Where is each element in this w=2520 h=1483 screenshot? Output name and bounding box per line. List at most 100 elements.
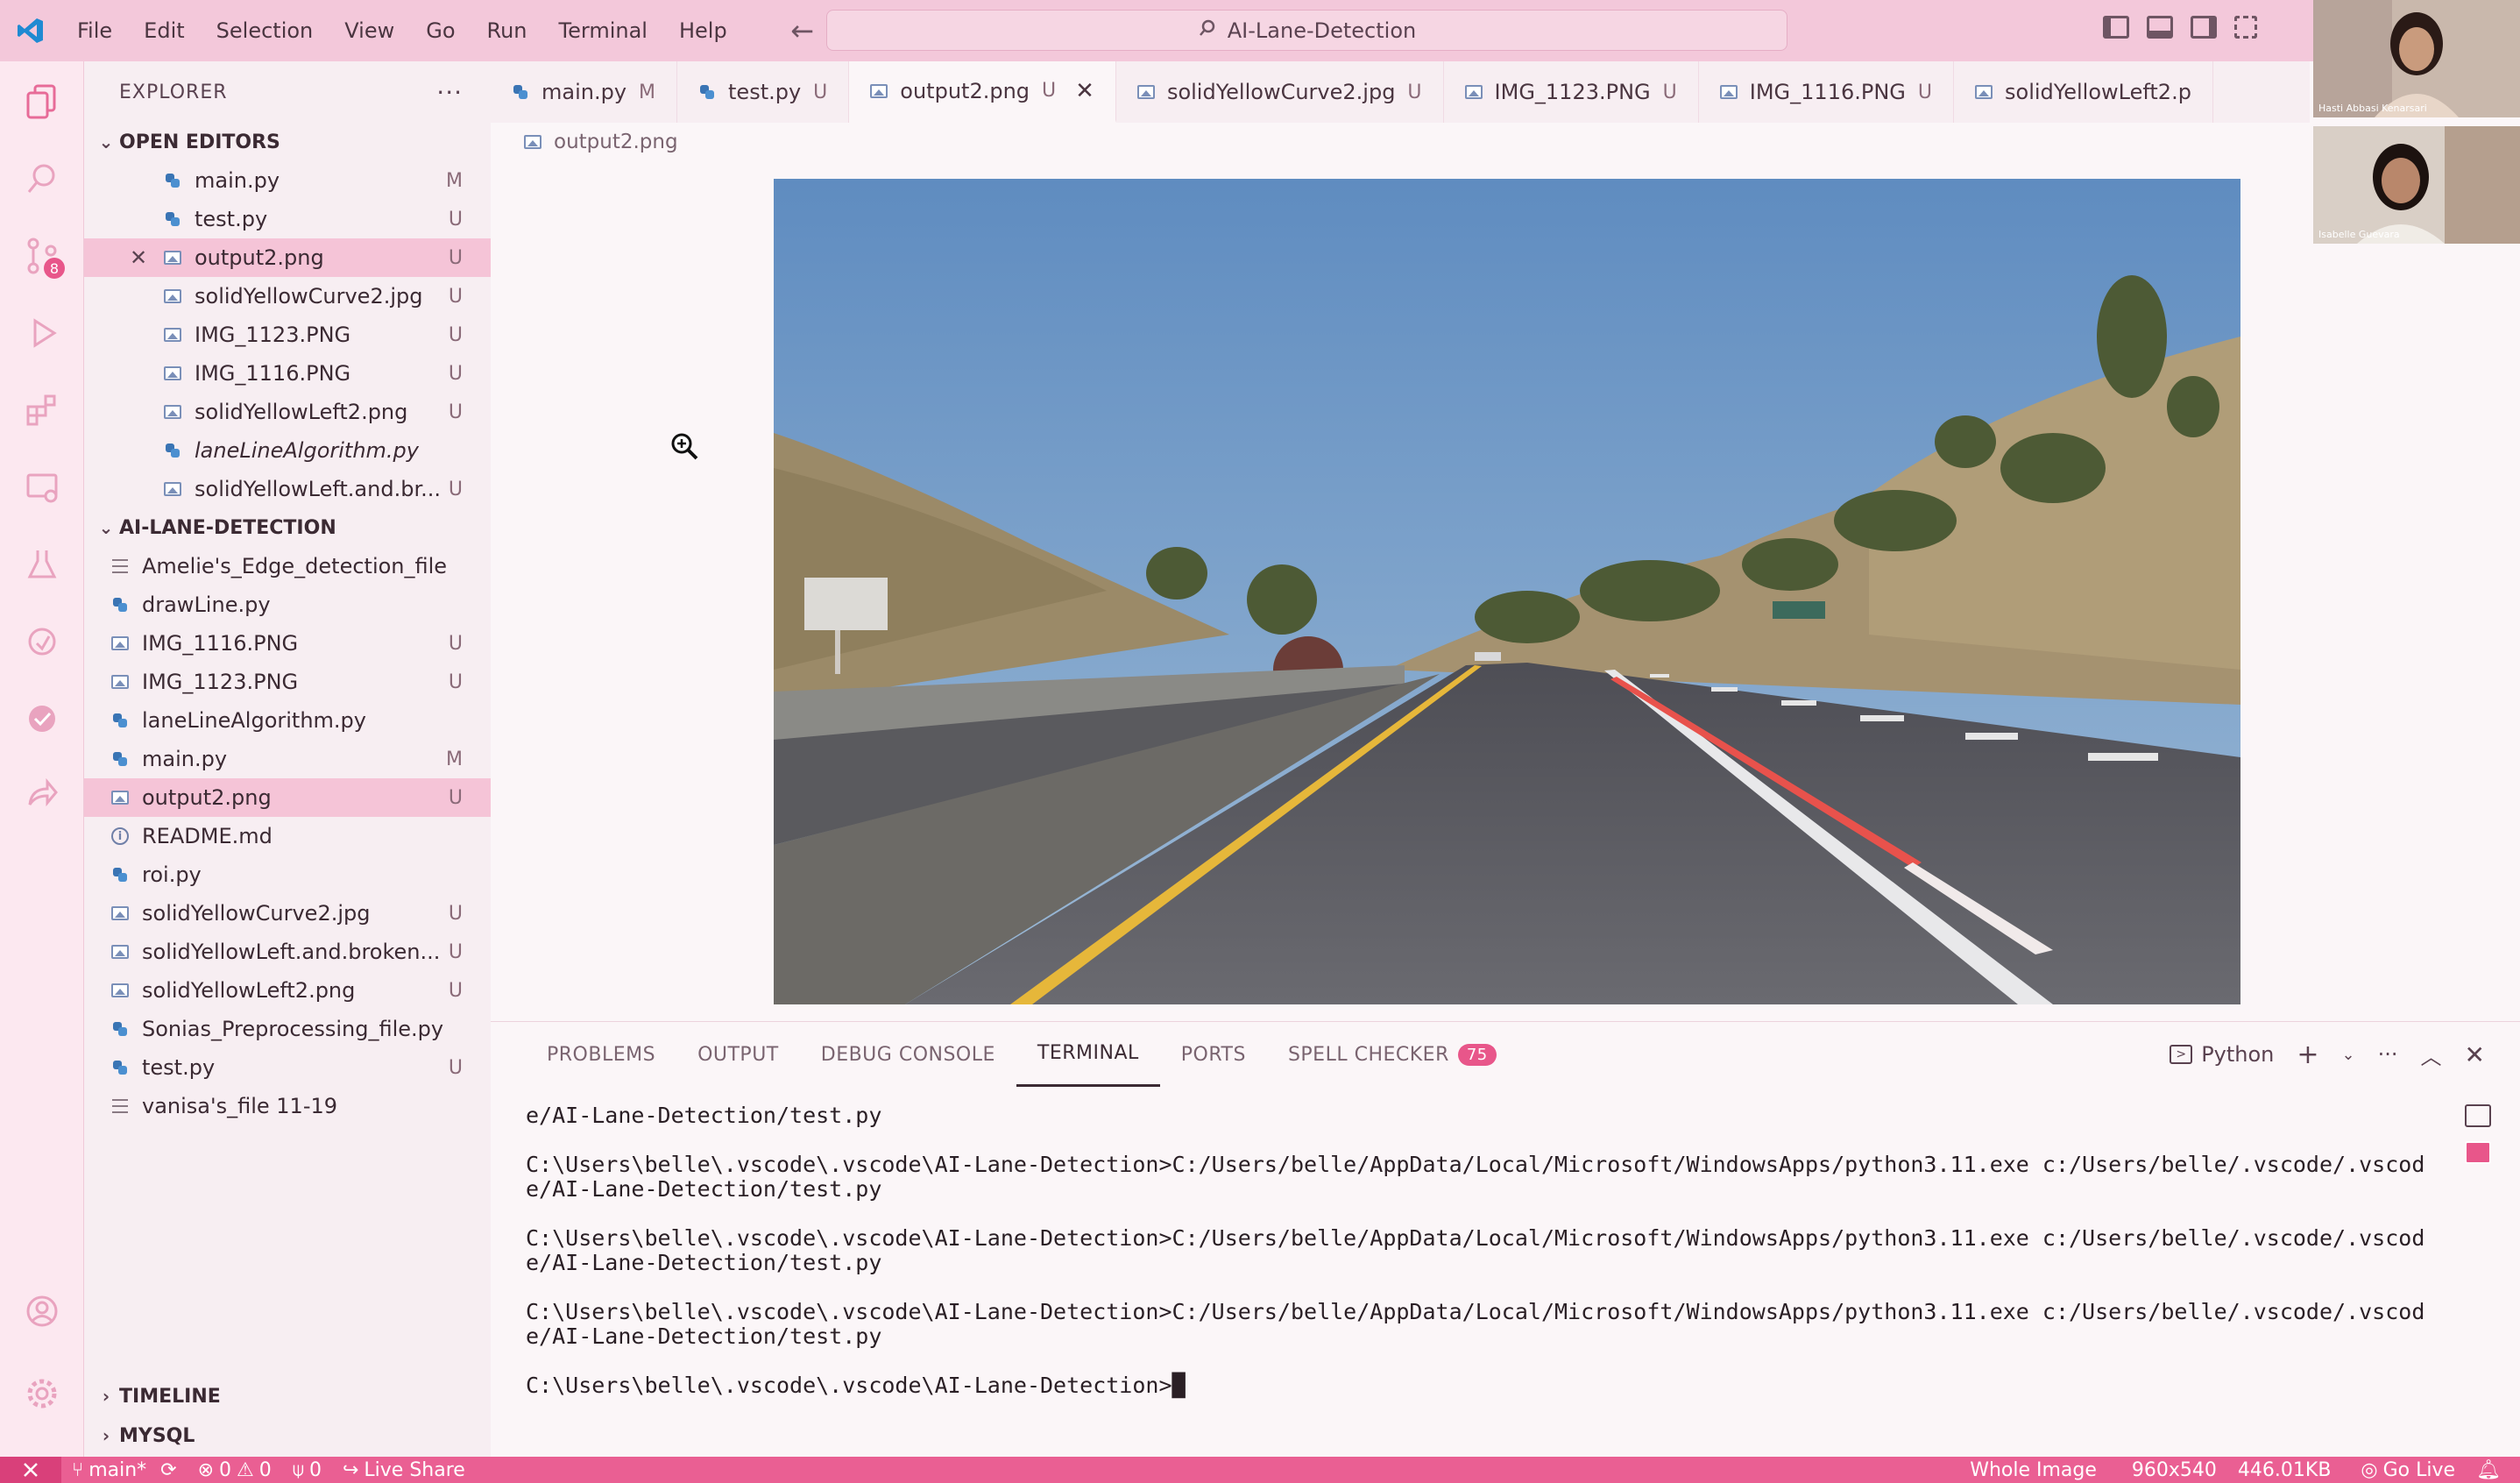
more-actions-icon[interactable]: ··· xyxy=(436,78,463,107)
toggle-panel-icon[interactable] xyxy=(2147,16,2173,39)
editor-tab[interactable]: IMG_1123.PNG U xyxy=(1444,61,1699,123)
git-status-badge: M xyxy=(446,169,463,192)
file-item[interactable]: main.py M xyxy=(84,161,491,200)
editor-tab[interactable]: IMG_1116.PNG U xyxy=(1699,61,1954,123)
command-center-search[interactable]: AI-Lane-Detection xyxy=(826,10,1787,51)
zoom-mode[interactable]: Whole Image xyxy=(1959,1459,2107,1481)
editor-tab[interactable]: main.py M xyxy=(491,61,678,123)
file-item[interactable]: solidYellowCurve2.jpg U xyxy=(84,277,491,316)
panel-tab-problems[interactable]: PROBLEMS xyxy=(526,1022,676,1087)
panel-tab-spell-checker[interactable]: SPELL CHECKER 75 xyxy=(1267,1022,1518,1087)
maximize-panel-chevron-up-icon[interactable]: ︿ xyxy=(2421,1040,2442,1070)
file-item[interactable]: IMG_1116.PNG U xyxy=(84,624,491,663)
testing-icon[interactable] xyxy=(19,542,65,587)
file-item[interactable]: IMG_1123.PNG U xyxy=(84,316,491,354)
git-status-badge: U xyxy=(448,671,463,693)
explorer-icon[interactable] xyxy=(19,79,65,124)
panel-tab-terminal[interactable]: TERMINAL xyxy=(1016,1022,1160,1087)
github-icon[interactable] xyxy=(19,619,65,664)
problems-indicator[interactable]: ⊗ 0 ⚠ 0 xyxy=(188,1459,282,1481)
explorer-title: EXPLORER xyxy=(119,81,228,103)
panel-tab-ports[interactable]: PORTS xyxy=(1160,1022,1267,1087)
image-file-icon xyxy=(524,135,542,149)
menu-item-terminal[interactable]: Terminal xyxy=(543,18,663,43)
search-icon[interactable] xyxy=(19,156,65,202)
remote-explorer-icon[interactable] xyxy=(19,465,65,510)
file-item[interactable]: drawLine.py xyxy=(84,585,491,624)
more-actions-icon[interactable]: ··· xyxy=(2378,1042,2398,1067)
panel-tab-output[interactable]: OUTPUT xyxy=(676,1022,800,1087)
menu-item-help[interactable]: Help xyxy=(663,18,743,43)
close-icon[interactable]: ✕ xyxy=(130,245,147,270)
file-item[interactable]: laneLineAlgorithm.py xyxy=(84,431,491,470)
terminal-shell-selector[interactable]: > Python xyxy=(2170,1042,2274,1067)
tab-icon-wrapper xyxy=(698,83,716,101)
file-item[interactable]: solidYellowCurve2.jpg U xyxy=(84,894,491,933)
check-circle-icon[interactable] xyxy=(19,696,65,742)
terminal-output[interactable]: e/AI-Lane-Detection/test.py C:\Users\bell… xyxy=(526,1101,2471,1398)
mysql-section[interactable]: › MYSQL xyxy=(84,1416,491,1455)
live-share-button[interactable]: ↪ Live Share xyxy=(332,1459,476,1481)
file-item[interactable]: roi.py xyxy=(84,855,491,894)
editor-tab[interactable]: solidYellowCurve2.jpg U xyxy=(1116,61,1444,123)
branch-name: main* xyxy=(88,1458,147,1481)
menu-item-view[interactable]: View xyxy=(329,18,410,43)
close-tab-icon[interactable]: ✕ xyxy=(1075,78,1094,104)
file-item[interactable]: Sonias_Preprocessing_file.py xyxy=(84,1010,491,1048)
file-item[interactable]: Amelie's_Edge_detection_file xyxy=(84,547,491,585)
file-item[interactable]: solidYellowLeft2.png U xyxy=(84,971,491,1010)
panel-tab-debug-console[interactable]: DEBUG CONSOLE xyxy=(800,1022,1016,1087)
open-editors-section[interactable]: ⌄ OPEN EDITORS xyxy=(84,123,491,161)
menu-item-file[interactable]: File xyxy=(61,18,128,43)
file-item[interactable]: output2.png U xyxy=(84,778,491,817)
output-image[interactable] xyxy=(774,179,2240,1004)
file-item[interactable]: solidYellowLeft.and.broken... U xyxy=(84,933,491,971)
file-item[interactable]: IMG_1116.PNG U xyxy=(84,354,491,393)
python-file-icon xyxy=(111,866,129,883)
sync-icon[interactable]: ⟳ xyxy=(160,1459,176,1481)
back-arrow-icon[interactable]: ← xyxy=(778,14,827,47)
editor-tab[interactable]: output2.png U ✕ xyxy=(849,61,1116,123)
file-item[interactable]: ✕ output2.png U xyxy=(84,238,491,277)
close-panel-icon[interactable]: ✕ xyxy=(2465,1040,2485,1069)
go-live-button[interactable]: ◎ Go Live xyxy=(2350,1459,2466,1481)
vscode-logo-icon xyxy=(0,0,61,61)
breadcrumb-file[interactable]: output2.png xyxy=(554,131,678,153)
file-item[interactable]: main.py M xyxy=(84,740,491,778)
branch-indicator[interactable]: ⑂ main* ⟳ xyxy=(61,1459,188,1481)
broadcast-icon: ⍦ xyxy=(292,1458,304,1481)
customize-layout-icon[interactable] xyxy=(2234,16,2257,39)
file-item[interactable]: test.py U xyxy=(84,200,491,238)
editor-tab[interactable]: test.py U xyxy=(677,61,850,123)
file-item[interactable]: IMG_1123.PNG U xyxy=(84,663,491,701)
editor-tab[interactable]: solidYellowLeft2.p xyxy=(1954,61,2213,123)
file-item[interactable]: solidYellowLeft.and.br... U xyxy=(84,470,491,508)
toggle-primary-sidebar-icon[interactable] xyxy=(2103,16,2129,39)
file-item[interactable]: solidYellowLeft2.png U xyxy=(84,393,491,431)
ports-indicator[interactable]: ⍦ 0 xyxy=(282,1459,332,1481)
new-terminal-plus-icon[interactable]: + xyxy=(2297,1040,2318,1070)
menu-item-go[interactable]: Go xyxy=(410,18,471,43)
file-icon-wrapper xyxy=(163,325,182,344)
remote-indicator-icon[interactable] xyxy=(0,1457,61,1483)
chevron-down-icon[interactable]: ⌄ xyxy=(2342,1046,2355,1064)
run-debug-icon[interactable] xyxy=(19,310,65,356)
timeline-section[interactable]: › TIMELINE xyxy=(84,1376,491,1416)
file-item[interactable]: i README.md xyxy=(84,817,491,855)
file-item[interactable]: test.py U xyxy=(84,1048,491,1087)
file-item[interactable]: laneLineAlgorithm.py xyxy=(84,701,491,740)
notifications-bell-icon[interactable]: 🔔︎ xyxy=(2466,1459,2511,1481)
project-folder-section[interactable]: ⌄ AI-LANE-DETECTION xyxy=(84,508,491,547)
live-share-icon[interactable] xyxy=(19,773,65,819)
extensions-icon[interactable] xyxy=(19,387,65,433)
toggle-secondary-sidebar-icon[interactable] xyxy=(2191,16,2217,39)
terminal-instance-icon[interactable] xyxy=(2465,1104,2491,1127)
terminal-instance-active-icon[interactable] xyxy=(2465,1141,2491,1164)
account-icon[interactable] xyxy=(19,1288,65,1334)
settings-gear-icon[interactable] xyxy=(19,1371,65,1416)
file-item[interactable]: vanisa's_file 11-19 xyxy=(84,1087,491,1125)
menu-item-selection[interactable]: Selection xyxy=(201,18,329,43)
source-control-icon[interactable]: 8 xyxy=(19,233,65,279)
menu-item-run[interactable]: Run xyxy=(471,18,543,43)
menu-item-edit[interactable]: Edit xyxy=(128,18,200,43)
